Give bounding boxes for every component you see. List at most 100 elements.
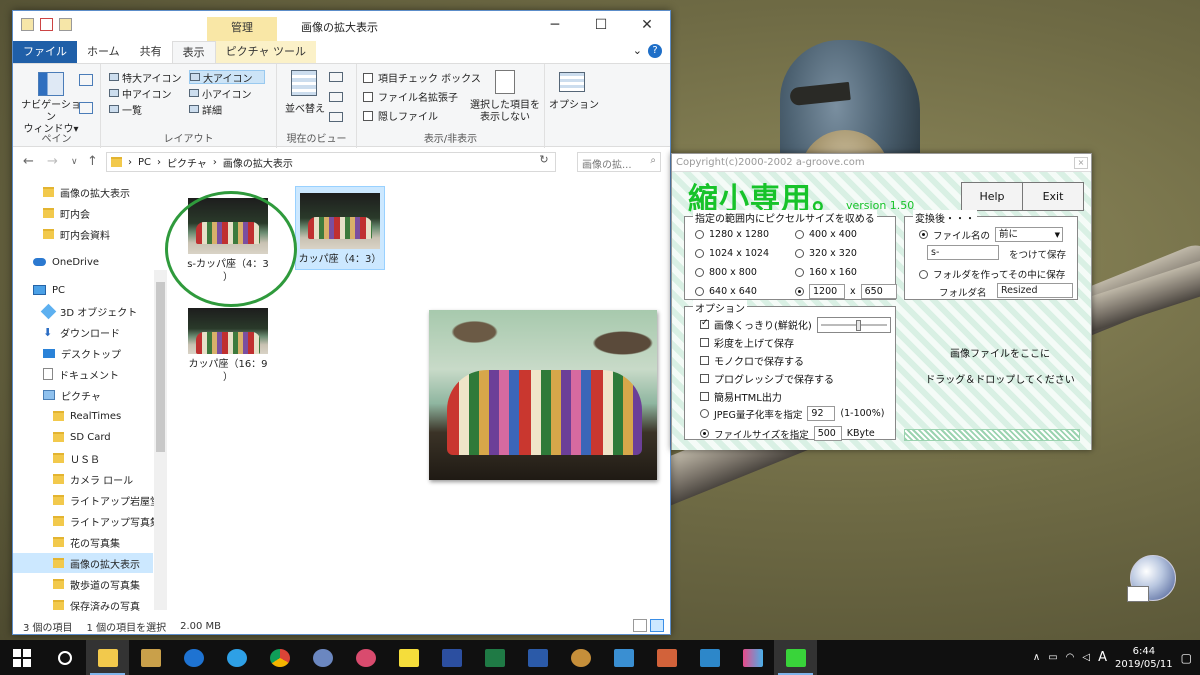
taskbar-app-globe[interactable] bbox=[301, 640, 344, 675]
taskbar-sticky-notes[interactable] bbox=[387, 640, 430, 675]
saturation-checkbox[interactable]: 彩度を上げて保存 bbox=[700, 335, 794, 350]
exit-button[interactable]: Exit bbox=[1022, 182, 1084, 211]
battery-icon[interactable]: ▭ bbox=[1048, 652, 1057, 663]
nav-item[interactable]: ⬇ ダウンロード bbox=[13, 322, 120, 342]
layout-small-icons[interactable]: 小アイコン bbox=[189, 86, 265, 101]
search-button[interactable] bbox=[43, 640, 86, 675]
tab-view[interactable]: 表示 bbox=[171, 41, 216, 63]
nav-item[interactable]: カメラ ロール bbox=[13, 469, 133, 489]
taskbar-remote-desktop[interactable] bbox=[688, 640, 731, 675]
custom-height-input[interactable]: 650 bbox=[860, 284, 897, 299]
back-arrow-icon[interactable]: ← bbox=[23, 154, 34, 169]
size-1024-radio[interactable]: 1024 x 1024 bbox=[695, 248, 769, 259]
taskbar-edge[interactable] bbox=[172, 640, 215, 675]
taskbar-explorer[interactable] bbox=[86, 640, 129, 675]
show-hidden-icons[interactable]: ∧ bbox=[1033, 652, 1040, 663]
nav-item[interactable]: 3D オブジェクト bbox=[13, 301, 137, 321]
size-custom-radio[interactable]: 1200 x 650 bbox=[795, 284, 897, 299]
taskbar-resizer[interactable] bbox=[774, 640, 817, 675]
folder-icon[interactable] bbox=[21, 18, 34, 31]
collapse-ribbon-icon[interactable]: ⌄ bbox=[633, 44, 642, 58]
maximize-button[interactable]: ☐ bbox=[578, 11, 624, 39]
ime-indicator[interactable]: A bbox=[1098, 650, 1107, 665]
jpeg-quality-input[interactable]: 92 bbox=[807, 406, 836, 421]
taskbar-excel[interactable] bbox=[473, 640, 516, 675]
hide-selected-button[interactable]: 選択した項目を 表示しない bbox=[469, 100, 541, 124]
create-folder-radio[interactable]: フォルダを作ってその中に保存 bbox=[919, 267, 1065, 281]
size-columns-icon[interactable] bbox=[329, 112, 343, 122]
close-icon[interactable]: × bbox=[1074, 157, 1088, 169]
nav-item-selected[interactable]: 画像の拡大表示 bbox=[13, 553, 153, 573]
recent-locations-icon[interactable]: ∨ bbox=[71, 157, 78, 167]
hidden-items-toggle[interactable]: 隠しファイル bbox=[363, 106, 481, 125]
filesize-input[interactable]: 500 bbox=[813, 426, 842, 441]
nav-item[interactable]: 保存済みの写真 bbox=[13, 595, 140, 615]
custom-width-input[interactable]: 1200 bbox=[809, 284, 845, 299]
size-400-radio[interactable]: 400 x 400 bbox=[795, 229, 857, 240]
taskbar-app-palette[interactable] bbox=[559, 640, 602, 675]
tab-file[interactable]: ファイル bbox=[13, 41, 77, 63]
help-button[interactable]: Help bbox=[961, 182, 1023, 211]
size-160-radio[interactable]: 160 x 160 bbox=[795, 267, 857, 278]
preview-pane-icon[interactable] bbox=[79, 74, 93, 86]
sort-icon[interactable] bbox=[291, 70, 317, 96]
layout-details[interactable]: 詳細 bbox=[189, 102, 265, 117]
nav-item[interactable]: ドキュメント bbox=[13, 364, 119, 384]
html-output-checkbox[interactable]: 簡易HTML出力 bbox=[700, 389, 782, 404]
navigation-pane-icon[interactable] bbox=[38, 72, 64, 96]
progressive-checkbox[interactable]: プログレッシブで保存する bbox=[700, 371, 834, 386]
jpeg-quality-radio[interactable]: JPEG量子化率を指定 92 (1-100%) bbox=[700, 406, 884, 421]
drop-zone-text[interactable]: 画像ファイルをここに ドラッグ＆ドロップしてください bbox=[910, 342, 1090, 394]
folder-name-input[interactable]: Resized bbox=[997, 283, 1073, 298]
address-bar[interactable]: › PC › ピクチャ › 画像の拡大表示 bbox=[106, 152, 556, 172]
breadcrumb-pictures[interactable]: ピクチャ bbox=[167, 155, 207, 170]
size-320-radio[interactable]: 320 x 320 bbox=[795, 248, 857, 259]
large-icons-view-icon[interactable] bbox=[650, 619, 664, 632]
file-item-selected[interactable]: カッパ座（4：3） bbox=[295, 186, 385, 270]
layout-large-icons[interactable]: 大アイコン bbox=[189, 70, 265, 85]
layout-medium-icons[interactable]: 中アイコン bbox=[109, 86, 185, 101]
nav-item[interactable]: RealTimes bbox=[13, 406, 121, 426]
taskbar-app-paint[interactable] bbox=[344, 640, 387, 675]
nav-item[interactable]: ピクチャ bbox=[13, 385, 101, 405]
tab-share[interactable]: 共有 bbox=[130, 41, 172, 63]
clock[interactable]: 6:44 2019/05/11 bbox=[1115, 645, 1173, 671]
file-item[interactable]: カッパ座（16：9 ） bbox=[183, 302, 273, 387]
minimize-button[interactable]: ─ bbox=[532, 11, 578, 39]
nav-item[interactable]: SD Card bbox=[13, 427, 111, 447]
close-button[interactable]: ✕ bbox=[624, 11, 670, 39]
nav-item[interactable]: ライトアップ岩屋堂 bbox=[13, 490, 160, 510]
item-checkboxes-toggle[interactable]: 項目チェック ボックス bbox=[363, 68, 481, 87]
breadcrumb-current-folder[interactable]: 画像の拡大表示 bbox=[223, 155, 293, 170]
size-1280-radio[interactable]: 1280 x 1280 bbox=[695, 229, 769, 240]
sort-button[interactable]: 並べ替え bbox=[281, 104, 329, 116]
size-640-radio[interactable]: 640 x 640 bbox=[695, 286, 757, 297]
taskbar-chrome[interactable] bbox=[258, 640, 301, 675]
nav-item[interactable]: 画像の拡大表示 bbox=[13, 182, 130, 202]
options-button[interactable]: オプション bbox=[547, 100, 601, 112]
details-view-icon[interactable] bbox=[633, 619, 647, 632]
nav-item[interactable]: ライトアップ写真集 bbox=[13, 511, 160, 531]
nav-item[interactable]: 散歩道の写真集 bbox=[13, 574, 140, 594]
wifi-icon[interactable]: ◠ bbox=[1066, 652, 1075, 663]
start-button[interactable] bbox=[0, 640, 43, 675]
position-select[interactable]: 前に ▼ bbox=[995, 227, 1064, 242]
nav-item[interactable]: デスクトップ bbox=[13, 343, 121, 363]
properties-icon[interactable] bbox=[40, 18, 53, 31]
nav-item[interactable]: 花の写真集 bbox=[13, 532, 120, 552]
up-arrow-icon[interactable]: ↑ bbox=[87, 154, 98, 169]
file-extensions-toggle[interactable]: ファイル名拡張子 bbox=[363, 87, 481, 106]
navigation-scrollbar[interactable] bbox=[154, 270, 167, 610]
sharpen-checkbox[interactable]: 画像くっきり(鮮鋭化) bbox=[700, 317, 812, 332]
add-columns-icon[interactable] bbox=[329, 92, 343, 102]
notifications-icon[interactable]: ▢ bbox=[1181, 651, 1192, 665]
manage-context-tab[interactable]: 管理 bbox=[207, 17, 277, 41]
filesize-radio[interactable]: ファイルサイズを指定 500 KByte bbox=[700, 426, 875, 441]
refresh-icon[interactable]: ↻ bbox=[534, 153, 554, 171]
taskbar-app-photo[interactable] bbox=[602, 640, 645, 675]
taskbar-word[interactable] bbox=[516, 640, 559, 675]
prefix-input[interactable]: s- bbox=[927, 245, 999, 260]
nav-item[interactable]: ＵＳＢ bbox=[13, 448, 100, 468]
nav-item[interactable]: 町内会 bbox=[13, 203, 90, 223]
taskbar-app-blue[interactable] bbox=[430, 640, 473, 675]
